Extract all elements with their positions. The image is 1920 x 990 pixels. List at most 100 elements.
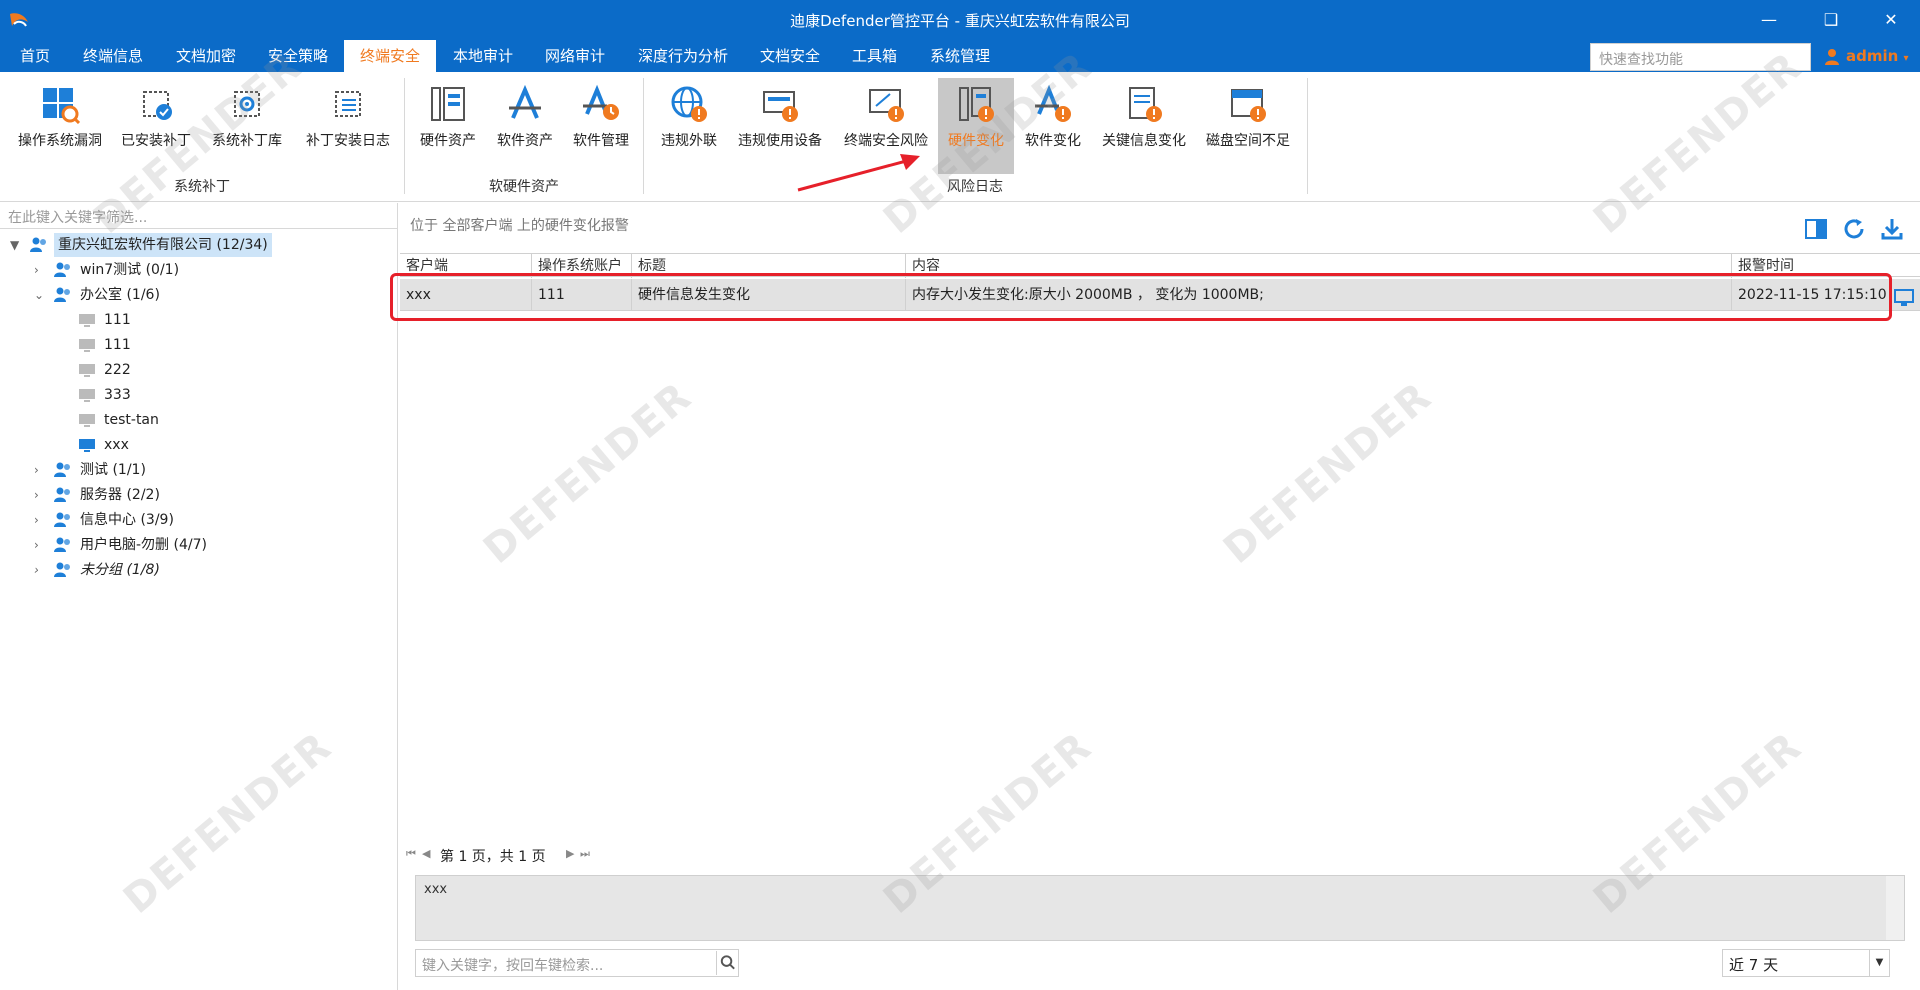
expand-arrow-icon[interactable]: › (34, 458, 48, 482)
menu-home[interactable]: 首页 (4, 40, 66, 72)
hardware-change-button[interactable]: 硬件变化 (938, 78, 1014, 174)
software-change-button[interactable]: 软件变化 (1018, 78, 1088, 174)
expand-arrow-icon[interactable]: › (34, 508, 48, 532)
monitor-icon[interactable] (1894, 289, 1914, 307)
ribbon-label: 操作系统漏洞 (18, 133, 102, 149)
chevron-down-icon[interactable]: ▼ (1869, 950, 1889, 976)
menu-security-policy[interactable]: 安全策略 (252, 40, 344, 72)
ribbon-label: 软件资产 (497, 133, 553, 149)
tree-label: 重庆兴虹宏软件有限公司 (12/34) (54, 233, 272, 257)
menu-terminal-info[interactable]: 终端信息 (67, 40, 159, 72)
ribbon-label: 磁盘空间不足 (1206, 133, 1290, 149)
patch-library-button[interactable]: 系统补丁库 (208, 78, 286, 174)
os-vulnerability-button[interactable]: 操作系统漏洞 (10, 78, 110, 174)
download-icon[interactable] (1880, 217, 1904, 241)
software-asset-button[interactable]: 软件资产 (488, 78, 562, 174)
window-title: 迪康Defender管控平台 - 重庆兴虹宏软件有限公司 (790, 12, 1130, 30)
ribbon-label: 补丁安装日志 (306, 133, 390, 149)
tree-leaf[interactable]: 333 (78, 383, 378, 407)
search-icon[interactable] (716, 951, 738, 975)
annotation-arrow (797, 154, 920, 192)
menu-doc-encrypt[interactable]: 文档加密 (160, 40, 252, 72)
tree-label: 用户电脑-勿删 (4/7) (80, 537, 207, 553)
prev-page-icon[interactable]: ◀ (422, 847, 430, 860)
chevron-down-icon: ▾ (1903, 53, 1909, 64)
collapse-arrow-icon[interactable]: ⌄ (34, 283, 48, 307)
tree-node[interactable]: ⌄ 办公室 (1/6) (34, 283, 374, 307)
keyword-search-input[interactable]: 键入关键字，按回车键检索... (415, 949, 739, 977)
location-caption: 位于 全部客户端 上的硬件变化报警 (410, 218, 629, 234)
page-info: 第 1 页，共 1 页 (440, 849, 546, 865)
quick-search-input[interactable]: 快速查找功能 (1590, 43, 1811, 71)
chip-check-icon (143, 91, 172, 120)
minimize-button[interactable]: — (1754, 8, 1784, 32)
last-page-icon[interactable]: ⏭ (580, 847, 590, 861)
username: admin (1846, 47, 1899, 65)
menu-doc-security[interactable]: 文档安全 (744, 40, 836, 72)
tree-label: xxx (104, 437, 129, 453)
expand-arrow-icon[interactable]: › (34, 483, 48, 507)
tree-leaf[interactable]: test-tan (78, 408, 378, 432)
tree-node[interactable]: › 未分组 (1/8) (34, 558, 374, 582)
main-panel: 位于 全部客户端 上的硬件变化报警 客户端 操作系统账户 标题 内容 报警时间 … (390, 203, 1920, 990)
expand-arrow-icon[interactable]: › (34, 258, 48, 282)
expand-arrow-icon[interactable]: › (34, 558, 48, 582)
software-manage-button[interactable]: 软件管理 (566, 78, 636, 174)
user-group-icon (54, 487, 70, 502)
tree-label: 信息中心 (3/9) (80, 512, 174, 528)
tree-leaf[interactable]: 222 (78, 358, 378, 382)
disk-space-low-button[interactable]: 磁盘空间不足 (1198, 78, 1298, 174)
collapse-arrow-icon[interactable]: ▼ (10, 233, 24, 257)
tree-label: 333 (104, 387, 131, 403)
tree-node[interactable]: › 测试 (1/1) (34, 458, 374, 482)
layout-panel-icon[interactable] (1804, 217, 1828, 241)
tree-node[interactable]: › 服务器 (2/2) (34, 483, 374, 507)
user-menu[interactable]: admin ▾ (1824, 40, 1909, 72)
hardware-asset-button[interactable]: 硬件资产 (412, 78, 484, 174)
tree-root[interactable]: ▼ 重庆兴虹宏软件有限公司 (12/34) (10, 233, 390, 257)
chip-list-icon (335, 91, 361, 117)
tree-leaf[interactable]: 111 (78, 308, 378, 332)
ribbon-label: 系统补丁库 (212, 133, 282, 149)
key-info-change-button[interactable]: 关键信息变化 (1094, 78, 1194, 174)
refresh-icon[interactable] (1842, 217, 1866, 241)
tree-leaf[interactable]: 111 (78, 333, 378, 357)
computer-online-icon (79, 439, 95, 452)
close-button[interactable]: ✕ (1876, 8, 1906, 32)
computer-offline-icon (79, 389, 95, 402)
menu-terminal-security[interactable]: 终端安全 (344, 40, 437, 72)
menu-toolbox[interactable]: 工具箱 (836, 40, 913, 72)
ribbon-toolbar: 操作系统漏洞 已安装补丁 系统补丁库 补丁安装日志 系统补丁 硬件资产 软件资产… (0, 72, 1920, 202)
time-range-select[interactable]: 近 7 天 ▼ (1722, 949, 1890, 977)
illegal-outreach-button[interactable]: 违规外联 (652, 78, 726, 174)
restore-button[interactable]: ❑ (1816, 8, 1846, 32)
tree-label: 服务器 (2/2) (80, 487, 160, 503)
ribbon-group-label: 软硬件资产 (489, 179, 559, 195)
tree-label: 测试 (1/1) (80, 462, 146, 478)
user-group-icon (54, 562, 70, 577)
menu-behavior-analysis[interactable]: 深度行为分析 (622, 40, 744, 72)
patch-install-log-button[interactable]: 补丁安装日志 (300, 78, 396, 174)
detail-panel: xxx (415, 875, 1905, 941)
time-range-value: 近 7 天 (1729, 956, 1779, 974)
tree-leaf[interactable]: xxx (78, 433, 378, 457)
expand-arrow-icon[interactable]: › (34, 533, 48, 557)
ribbon-label: 终端安全风险 (844, 133, 928, 149)
tree-node[interactable]: › 信息中心 (3/9) (34, 508, 374, 532)
disk-alert-icon (1231, 89, 1266, 122)
detail-scrollbar[interactable] (1886, 876, 1904, 940)
tree-filter-input[interactable]: 在此键入关键字筛选... (0, 203, 398, 229)
menu-network-audit[interactable]: 网络审计 (529, 40, 621, 72)
pager: ⏮ ◀ 第 1 页，共 1 页 ▶ ⏭ (400, 841, 1920, 869)
menu-system-admin[interactable]: 系统管理 (914, 40, 1006, 72)
installed-patch-button[interactable]: 已安装补丁 (118, 78, 194, 174)
group-tree-panel: 在此键入关键字筛选... ▼ 重庆兴虹宏软件有限公司 (12/34) › win7… (0, 203, 398, 990)
menu-local-audit[interactable]: 本地审计 (437, 40, 529, 72)
app-store-icon (509, 84, 541, 119)
ribbon-label: 违规外联 (661, 133, 717, 149)
tree-node[interactable]: › win7测试 (0/1) (34, 258, 374, 282)
server-alert-icon (959, 87, 994, 122)
first-page-icon[interactable]: ⏮ (406, 847, 416, 861)
next-page-icon[interactable]: ▶ (566, 847, 574, 860)
tree-node[interactable]: › 用户电脑-勿删 (4/7) (34, 533, 374, 557)
